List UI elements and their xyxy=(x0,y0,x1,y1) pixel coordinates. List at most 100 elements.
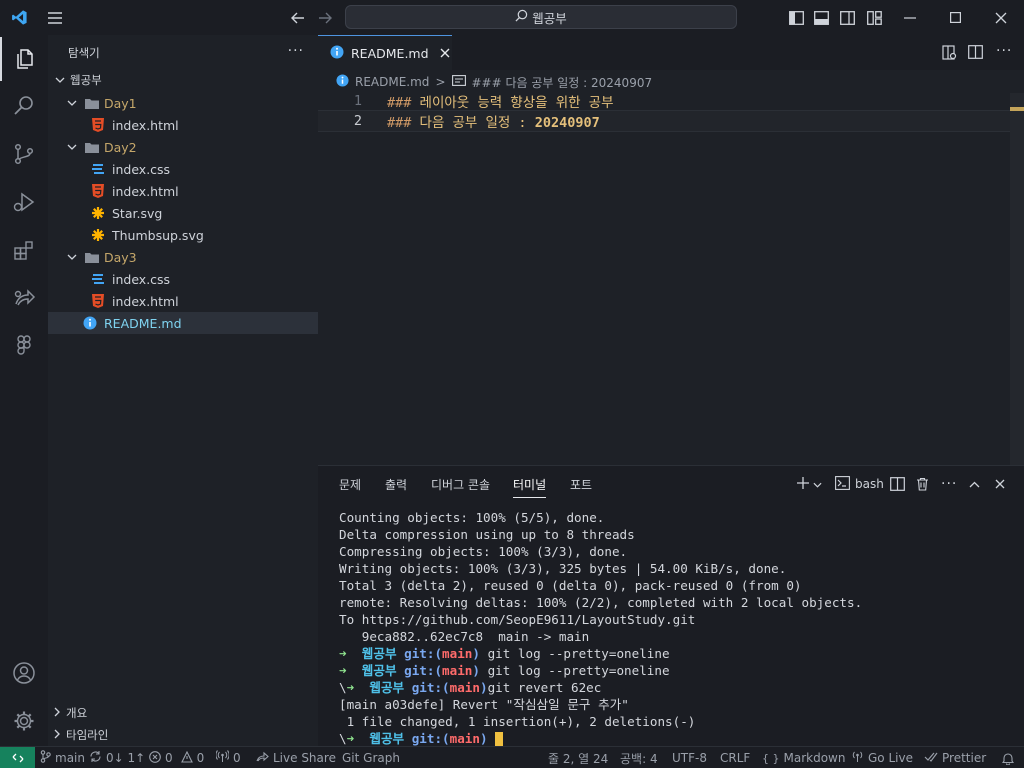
cursor-position-status[interactable]: 줄 2, 열 24 xyxy=(548,747,608,768)
notifications-bell-icon[interactable] xyxy=(1002,747,1014,768)
more-actions-icon[interactable]: ··· xyxy=(288,43,304,59)
tree-file-day3-index-css[interactable]: index.css xyxy=(48,268,318,290)
customize-layout-icon[interactable] xyxy=(864,0,884,35)
tree-file-thumbsup-svg[interactable]: Thumbsup.svg xyxy=(48,224,318,246)
tree-file-readme[interactable]: README.md xyxy=(48,312,318,334)
tree-file-day3-index-html[interactable]: index.html xyxy=(48,290,318,312)
tab-readme[interactable]: README.md xyxy=(318,35,452,70)
run-debug-icon[interactable] xyxy=(0,180,48,224)
terminal-line: 9eca882..62ec7c8 main -> main xyxy=(339,629,590,644)
tree-file-star-svg[interactable]: Star.svg xyxy=(48,202,318,224)
language-status[interactable]: { } Markdown xyxy=(762,747,845,768)
close-panel-icon[interactable] xyxy=(995,474,1005,494)
outline-section[interactable]: 개요 xyxy=(48,702,318,724)
search-text: 웹공부 xyxy=(532,10,567,26)
svg-file-icon xyxy=(90,227,106,243)
bottom-panel: 문제 출력 디버그 콘솔 터미널 포트 bash ··· Counting ob… xyxy=(318,465,1024,747)
tab-terminal[interactable]: 터미널 xyxy=(513,476,547,498)
back-arrow-icon[interactable] xyxy=(288,0,308,35)
go-live-status[interactable]: Go Live xyxy=(851,747,913,768)
html5-icon xyxy=(90,117,106,133)
encoding-status[interactable]: UTF-8 xyxy=(672,747,707,768)
tree-folder-day2[interactable]: Day2 xyxy=(48,136,318,158)
live-share-icon[interactable] xyxy=(0,276,48,320)
sync-status[interactable]: 0↓ 1↑ xyxy=(89,747,145,768)
trash-icon[interactable] xyxy=(916,474,929,494)
chevron-right-icon xyxy=(54,728,60,742)
editor-area: README.md ··· README.md > ### 다음 공부 일정 :… xyxy=(318,35,1024,465)
accounts-icon[interactable] xyxy=(0,651,48,695)
live-share-status[interactable]: Live Share xyxy=(256,747,336,768)
chevron-right-icon xyxy=(54,706,60,720)
prettier-status[interactable]: Prettier xyxy=(924,747,986,768)
shell-name: bash xyxy=(855,477,884,491)
terminal-shell-selector[interactable]: bash xyxy=(835,474,884,494)
tree-file-day2-index-html[interactable]: index.html xyxy=(48,180,318,202)
tree-file-day2-index-css[interactable]: index.css xyxy=(48,158,318,180)
breadcrumb-file[interactable]: README.md xyxy=(355,75,429,89)
minimize-window-icon[interactable] xyxy=(895,0,925,35)
status-bar: main 0↓ 1↑ 0 0 0 Live Share Git Graph 줄 … xyxy=(0,746,1024,768)
html5-icon xyxy=(90,183,106,199)
close-tab-icon[interactable] xyxy=(440,48,450,58)
close-window-icon[interactable] xyxy=(986,0,1016,35)
branch-status[interactable]: main xyxy=(40,747,85,768)
scrollbar-marker xyxy=(1010,107,1024,111)
figma-icon[interactable] xyxy=(0,324,48,368)
problems-status[interactable]: 0 0 xyxy=(149,747,204,768)
forward-arrow-icon[interactable] xyxy=(315,0,335,35)
extensions-icon[interactable] xyxy=(0,228,48,272)
toggle-panel-icon[interactable] xyxy=(811,0,831,35)
line-number: 2 xyxy=(353,113,362,129)
remote-indicator-icon[interactable] xyxy=(0,747,35,768)
panel-more-actions-icon[interactable]: ··· xyxy=(941,474,957,494)
menu-icon[interactable] xyxy=(44,0,66,35)
tree-root-label: 웹공부 xyxy=(70,73,102,87)
source-control-icon[interactable] xyxy=(0,132,48,176)
split-editor-icon[interactable] xyxy=(968,45,983,63)
eol-status[interactable]: CRLF xyxy=(720,747,750,768)
folder-icon xyxy=(84,249,100,265)
terminal-icon xyxy=(835,475,850,493)
timeline-section[interactable]: 타임라인 xyxy=(48,724,318,746)
editor-more-actions-icon[interactable]: ··· xyxy=(996,43,1012,59)
tree-folder-day1[interactable]: Day1 xyxy=(48,92,318,114)
indentation-status[interactable]: 공백: 4 xyxy=(620,747,658,768)
line-number: 1 xyxy=(353,93,362,109)
maximize-window-icon[interactable] xyxy=(940,0,970,35)
tab-problems[interactable]: 문제 xyxy=(339,476,361,493)
tab-ports[interactable]: 포트 xyxy=(570,476,592,493)
toggle-secondary-sidebar-icon[interactable] xyxy=(837,0,857,35)
ports-status[interactable]: 0 xyxy=(215,747,241,768)
tab-debug-console[interactable]: 디버그 콘솔 xyxy=(431,476,490,493)
explorer-icon[interactable] xyxy=(0,37,48,81)
editor-scrollbar[interactable] xyxy=(1010,93,1024,465)
terminal-line: remote: Resolving deltas: 100% (2/2), co… xyxy=(339,595,863,610)
command-center-search[interactable]: 웹공부 xyxy=(345,5,737,29)
search-activity-icon[interactable] xyxy=(0,83,48,127)
toggle-primary-sidebar-icon[interactable] xyxy=(786,0,806,35)
info-icon xyxy=(330,45,344,62)
terminal-output[interactable]: Counting objects: 100% (5/5), done. Delt… xyxy=(339,509,1019,747)
terminal-line: [main a03defe] Revert "작심삼일 문구 추가" xyxy=(339,697,629,712)
maximize-panel-icon[interactable] xyxy=(969,474,980,494)
code-line-current[interactable]: 2 ### 다음 공부 일정 : 20240907 xyxy=(318,110,1024,132)
breadcrumb-symbol[interactable]: ### 다음 공부 일정 : 20240907 xyxy=(472,74,653,91)
new-terminal-button[interactable] xyxy=(796,474,822,494)
radio-tower-icon xyxy=(215,750,230,766)
terminal-prompt-line: ➜ 웹공부 git:(main) git log --pretty=onelin… xyxy=(339,663,670,678)
tree-folder-day3[interactable]: Day3 xyxy=(48,246,318,268)
split-terminal-icon[interactable] xyxy=(890,474,905,494)
terminal-prompt-line: ➜ 웹공부 git:(main) git log --pretty=onelin… xyxy=(339,646,670,661)
manage-gear-icon[interactable] xyxy=(0,699,48,743)
terminal-cursor xyxy=(495,732,504,747)
tab-output[interactable]: 출력 xyxy=(385,476,407,493)
live-share-small-icon xyxy=(256,751,269,766)
tab-label: README.md xyxy=(351,45,429,61)
terminal-line: Compressing objects: 100% (3/3), done. xyxy=(339,544,628,559)
tree-file-day1-index-html[interactable]: index.html xyxy=(48,114,318,136)
open-preview-side-icon[interactable] xyxy=(942,45,957,64)
code-line[interactable]: 1 ### 레이아웃 능력 향상을 위한 공부 xyxy=(318,90,1024,112)
git-graph-status[interactable]: Git Graph xyxy=(342,747,400,768)
tree-root-folder[interactable]: 웹공부 xyxy=(48,69,318,91)
